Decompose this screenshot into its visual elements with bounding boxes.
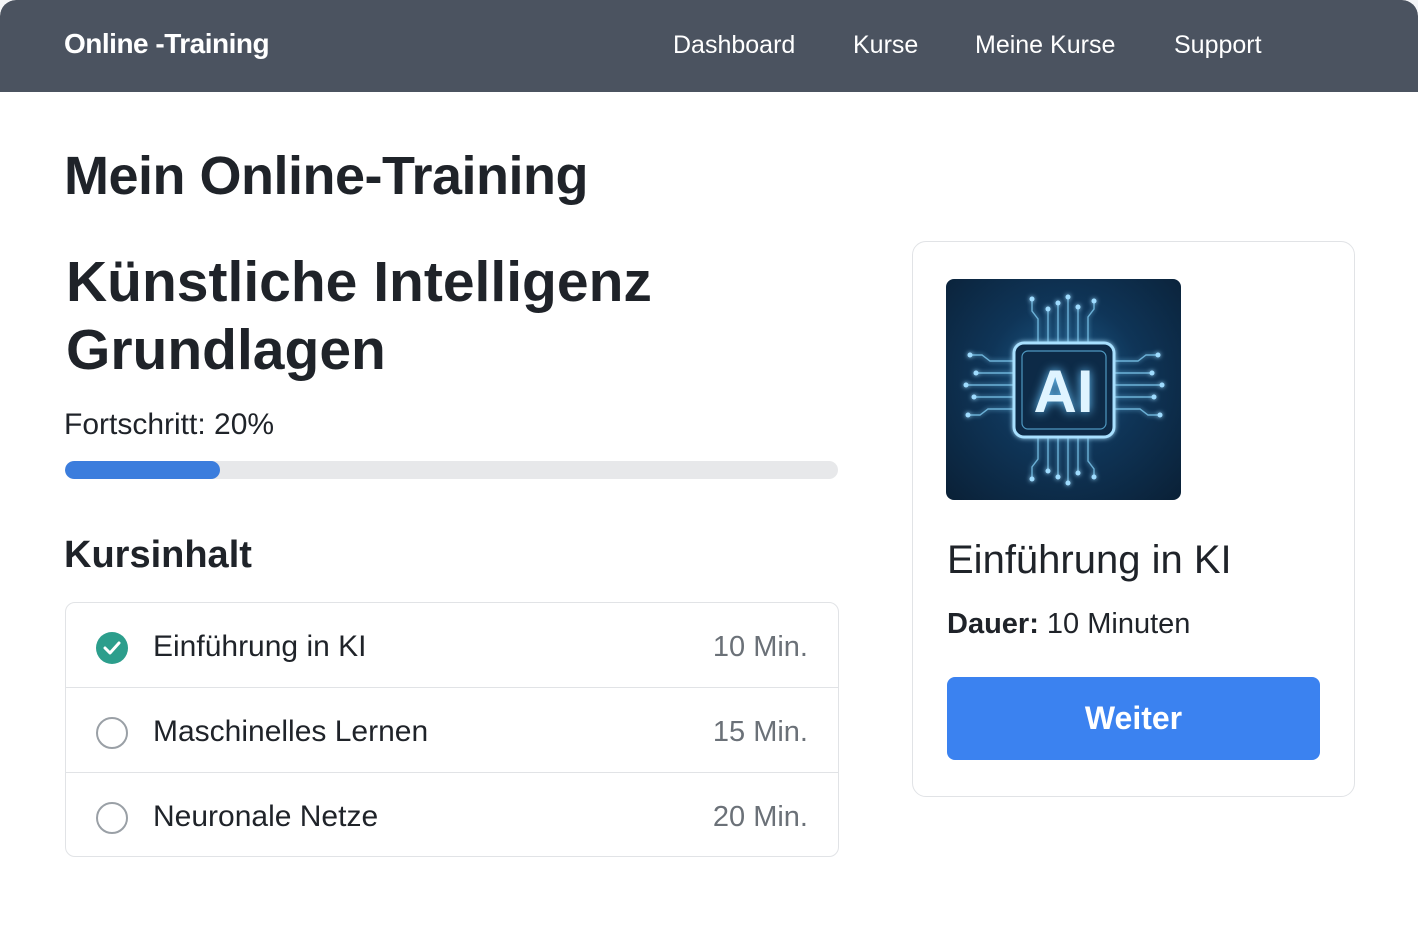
lesson-duration: 15 Min. <box>712 716 808 748</box>
lesson-card: AI Einführung in KI Dauer: 10 Minuten We… <box>912 241 1355 797</box>
lesson-name: Neuronale Netze <box>153 800 379 833</box>
card-duration: Dauer: 10 Minuten <box>947 608 1190 641</box>
lesson-item[interactable]: Einführung in KI 10 Min. <box>66 603 838 688</box>
nav-link-meine-kurse[interactable]: Meine Kurse <box>975 31 1115 60</box>
app-window: Online -Training Dashboard Kurse Meine K… <box>0 0 1418 939</box>
lesson-list: Einführung in KI 10 Min. Maschinelles Le… <box>65 602 839 857</box>
empty-circle-icon <box>96 802 128 834</box>
empty-circle-icon <box>96 717 128 749</box>
lesson-item[interactable]: Neuronale Netze 20 Min. <box>66 773 838 856</box>
top-navbar: Online -Training Dashboard Kurse Meine K… <box>0 0 1418 92</box>
ai-chip-icon: AI <box>946 279 1181 500</box>
brand-logo[interactable]: Online -Training <box>64 28 270 60</box>
course-title: Künstliche Intelligenz Grundlagen <box>66 250 652 382</box>
lesson-name: Maschinelles Lernen <box>153 715 429 748</box>
nav-link-support[interactable]: Support <box>1174 31 1262 60</box>
card-title: Einführung in KI <box>947 538 1232 582</box>
section-title-kursinhalt: Kursinhalt <box>64 534 252 576</box>
lesson-name: Einführung in KI <box>153 630 367 663</box>
continue-button[interactable]: Weiter <box>947 677 1320 760</box>
lesson-duration: 20 Min. <box>712 801 808 833</box>
card-duration-label: Dauer: <box>947 608 1039 640</box>
progress-bar-fill <box>65 461 220 479</box>
card-duration-value: 10 Minuten <box>1046 608 1191 640</box>
lesson-duration: 10 Min. <box>712 631 808 663</box>
progress-bar <box>65 461 838 479</box>
lesson-item[interactable]: Maschinelles Lernen 15 Min. <box>66 688 838 773</box>
ai-chip-label: AI <box>1033 358 1094 425</box>
nav-link-kurse[interactable]: Kurse <box>853 31 918 60</box>
progress-label: Fortschritt: 20% <box>64 408 275 441</box>
check-circle-icon <box>96 632 128 664</box>
nav-link-dashboard[interactable]: Dashboard <box>673 31 795 60</box>
page-title: Mein Online-Training <box>64 146 589 206</box>
